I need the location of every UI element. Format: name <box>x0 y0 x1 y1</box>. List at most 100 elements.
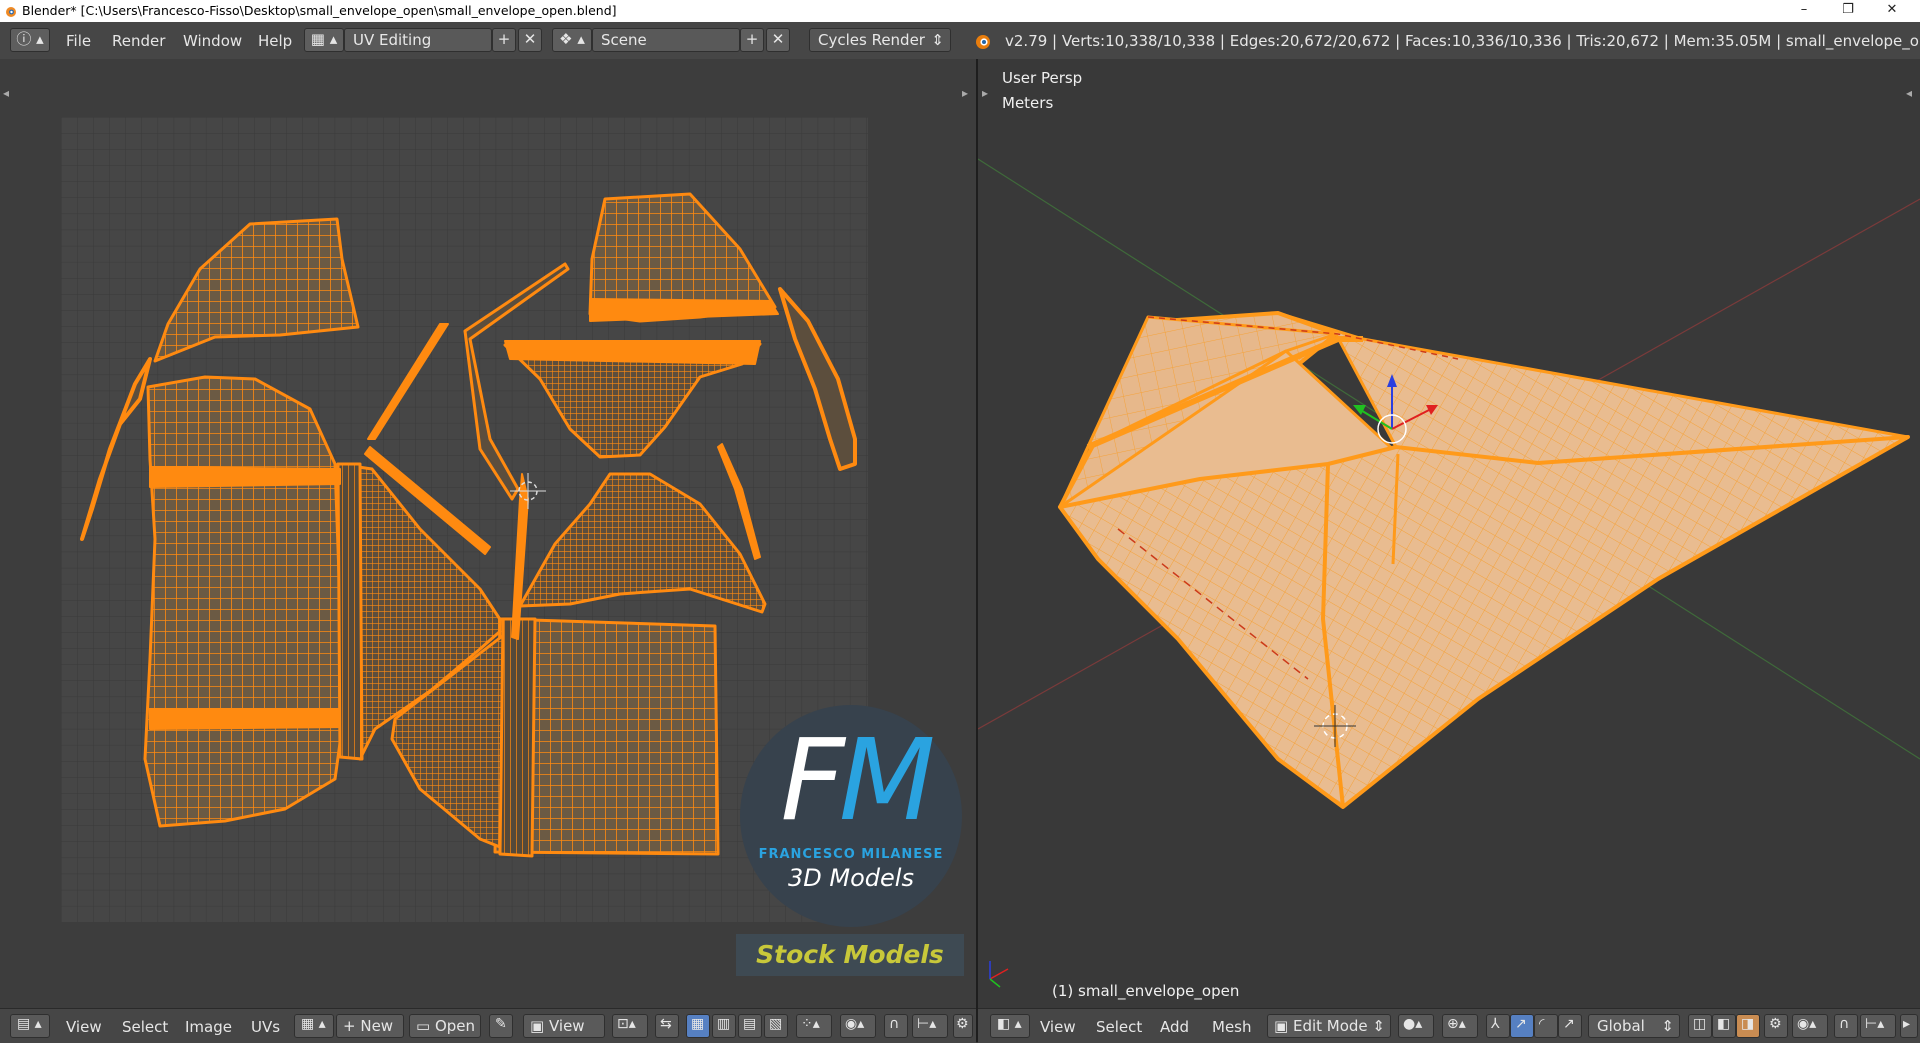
rotate-manipulator-button[interactable]: ◜ <box>1534 1014 1558 1038</box>
more-icon: ▸ <box>1903 1016 1911 1032</box>
transform-orientation-dropdown[interactable]: Global ⇕ <box>1588 1014 1680 1038</box>
view-mode-dropdown[interactable]: ▣ View <box>523 1014 605 1038</box>
watermark-tagline: 3D Models <box>788 864 914 892</box>
occlude-geometry-button[interactable]: ⚙ <box>1764 1014 1788 1038</box>
sticky-selection-dropdown[interactable]: ⁘▴ <box>796 1014 832 1038</box>
new-image-button[interactable]: + New <box>336 1014 404 1038</box>
pivot-dropdown[interactable]: ⊡▴ <box>612 1014 648 1038</box>
editor-type-3d-button[interactable]: ◧ ▴ <box>990 1014 1030 1038</box>
scene-icon: ❖ ▴ <box>559 30 585 48</box>
overflow-button[interactable]: ▸ <box>1900 1014 1918 1038</box>
uv-menu-uvs[interactable]: UVs <box>251 1018 280 1036</box>
region-toggle-icon[interactable]: ▸ <box>962 86 968 100</box>
proportional-edit-dropdown[interactable]: ◉▴ <box>1792 1014 1828 1038</box>
uv-island-band-trapezoid <box>504 340 761 365</box>
snap-element-icon: ⊢▴ <box>1865 1016 1885 1032</box>
pivot-point-dropdown[interactable]: ⊕▴ <box>1442 1014 1478 1038</box>
face-icon: ◨ <box>1741 1016 1755 1032</box>
occlude-icon: ⚙ <box>1769 1016 1782 1032</box>
proportional-edit-dropdown[interactable]: ◉▴ <box>840 1014 876 1038</box>
vp-menu-view[interactable]: View <box>1040 1018 1076 1036</box>
3d-viewport-header: ◧ ▴ View Select Add Mesh ▣ Edit Mode ⇕ ●… <box>978 1008 1920 1043</box>
manipulator-icon: ⅄ <box>1491 1016 1500 1032</box>
mode-dropdown[interactable]: ▣ Edit Mode ⇕ <box>1267 1014 1391 1038</box>
blender-icon <box>6 7 16 17</box>
image-browse-icon: ▦ ▴ <box>301 1016 326 1032</box>
pivot-icon: ⊕▴ <box>1447 1016 1466 1032</box>
scene-field[interactable]: Scene <box>592 28 740 52</box>
orientation-label: Global <box>1597 1017 1645 1035</box>
manipulator-toggle[interactable]: ⅄ <box>1486 1014 1510 1038</box>
edit-mode-icon: ▣ <box>1274 1017 1289 1035</box>
sticky-icon: ⁘▴ <box>801 1016 820 1032</box>
vertex-select-mode-button[interactable]: ◫ <box>1688 1014 1712 1038</box>
edge-select-mode-button[interactable]: ◧ <box>1712 1014 1736 1038</box>
region-toggle-icon[interactable]: ◂ <box>1906 86 1912 100</box>
vp-menu-select[interactable]: Select <box>1096 1018 1142 1036</box>
uv-menu-view[interactable]: View <box>66 1018 102 1036</box>
vp-menu-mesh[interactable]: Mesh <box>1212 1018 1252 1036</box>
menu-help[interactable]: Help <box>258 32 292 50</box>
viewport-view-label: User Persp <box>1002 69 1083 87</box>
shading-dropdown[interactable]: ●▴ <box>1398 1014 1434 1038</box>
watermark-logo: FM <box>760 725 950 837</box>
minimize-button[interactable]: – <box>1782 0 1826 22</box>
face-select-button[interactable]: ▤ <box>738 1014 762 1038</box>
logo-letter-f: F <box>780 716 844 846</box>
screen-layout-field[interactable]: UV Editing <box>344 28 492 52</box>
editor-type-info-button[interactable]: ⓘ ▴ <box>10 28 50 52</box>
close-button[interactable]: ✕ <box>1870 0 1914 22</box>
render-engine-dropdown[interactable]: Cycles Render ⇕ <box>809 28 951 52</box>
edge-select-button[interactable]: ▥ <box>712 1014 736 1038</box>
uv-island-seam-bottom <box>498 617 537 858</box>
vertex-select-button[interactable]: ▦ <box>686 1014 710 1038</box>
proportional-icon: ◉▴ <box>1797 1016 1817 1032</box>
snap-element-dropdown[interactable]: ⊢▴ <box>912 1014 948 1038</box>
snap-toggle[interactable]: ∩ <box>884 1014 908 1038</box>
add-scene-button[interactable]: + <box>740 28 764 52</box>
browse-image-button[interactable]: ▦ ▴ <box>294 1014 334 1038</box>
watermark-badge: Stock Models <box>736 934 964 976</box>
3d-viewport[interactable]: ▸ ◂ User Persp Meters (1) small_envelope… <box>978 59 1920 1008</box>
window-title-bar: Blender* [C:\Users\Francesco-Fisso\Deskt… <box>0 0 1920 22</box>
open-image-button[interactable]: ▭ Open <box>409 1014 481 1038</box>
editor-type-image-button[interactable]: ▤ ▴ <box>10 1014 50 1038</box>
gear-icon: ⚙ <box>956 1016 969 1032</box>
island-select-button[interactable]: ▧ <box>764 1014 788 1038</box>
restore-button[interactable]: ❐ <box>1826 0 1870 22</box>
uv-menu-select[interactable]: Select <box>122 1018 168 1036</box>
sync-selection-button[interactable]: ⇆ <box>655 1014 679 1038</box>
chevron-updown-icon: ⇕ <box>931 31 944 49</box>
delete-scene-button[interactable]: ✕ <box>766 28 790 52</box>
menu-window[interactable]: Window <box>183 32 242 50</box>
region-toggle-icon[interactable]: ▸ <box>982 86 988 100</box>
snap-element-dropdown[interactable]: ⊢▴ <box>1860 1014 1896 1038</box>
viewport-canvas[interactable]: ▸ ◂ <box>978 59 1920 1008</box>
add-screen-button[interactable]: + <box>492 28 516 52</box>
overflow-button[interactable]: ⚙ <box>953 1014 973 1038</box>
edge-icon: ◧ <box>1717 1016 1731 1032</box>
uv-menu-image[interactable]: Image <box>185 1018 232 1036</box>
chevron-updown-icon: ⇕ <box>1661 1017 1674 1035</box>
uv-image-editor[interactable]: ◂ ▸ FM FRANCESCO MILANESE 3D Models Stoc… <box>0 59 976 1008</box>
view-mode-label: View <box>548 1017 585 1035</box>
pin-button[interactable]: ✎ <box>489 1014 513 1038</box>
envelope-mesh[interactable] <box>1058 311 1910 809</box>
face-icon: ▤ <box>743 1016 757 1032</box>
view-mode-icon: ▣ <box>530 1017 545 1035</box>
scale-manipulator-button[interactable]: ↗ <box>1558 1014 1582 1038</box>
snap-element-icon: ⊢▴ <box>917 1016 937 1032</box>
face-select-mode-button[interactable]: ◨ <box>1736 1014 1760 1038</box>
snap-toggle[interactable]: ∩ <box>1834 1014 1858 1038</box>
watermark-name: FRANCESCO MILANESE <box>758 847 944 862</box>
menu-render[interactable]: Render <box>112 32 165 50</box>
pin-icon: ✎ <box>495 1016 507 1032</box>
delete-screen-button[interactable]: ✕ <box>518 28 542 52</box>
scene-selector[interactable]: ❖ ▴ <box>552 28 592 52</box>
translate-manipulator-button[interactable]: ↗ <box>1510 1014 1534 1038</box>
image-editor-icon: ▤ ▴ <box>17 1016 42 1032</box>
region-toggle-icon[interactable]: ◂ <box>3 86 9 100</box>
menu-file[interactable]: File <box>66 32 91 50</box>
vp-menu-add[interactable]: Add <box>1160 1018 1189 1036</box>
screen-layout-selector[interactable]: ▦ ▴ <box>304 28 344 52</box>
